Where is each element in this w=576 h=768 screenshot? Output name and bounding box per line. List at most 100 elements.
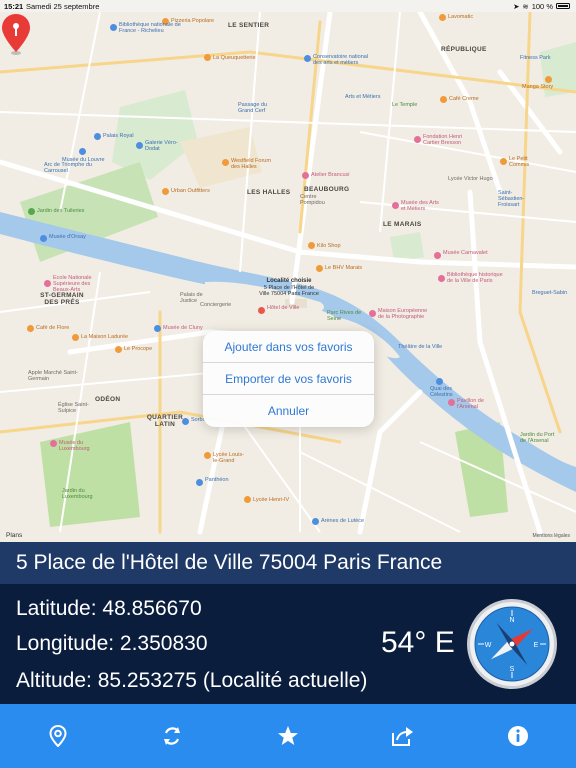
- location-pin-icon[interactable]: [46, 724, 70, 748]
- battery-percent: 100 %: [531, 1, 553, 11]
- info-icon[interactable]: [506, 724, 530, 748]
- map-label-place: Église Saint-Sulpice: [58, 402, 89, 415]
- pin-title: Localité choisie: [266, 278, 312, 284]
- heading-value: 54° E: [381, 626, 455, 659]
- share-icon[interactable]: [390, 724, 414, 748]
- map-label-place: Jardin des Tuileries: [37, 208, 85, 214]
- poi-marker[interactable]: [438, 275, 445, 282]
- svg-text:W: W: [485, 642, 492, 649]
- poi-marker[interactable]: [28, 208, 35, 215]
- poi-marker[interactable]: [304, 55, 311, 62]
- poi-marker[interactable]: [436, 378, 443, 385]
- poi-marker[interactable]: [40, 235, 47, 242]
- poi-marker[interactable]: [27, 325, 34, 332]
- poi-marker[interactable]: [308, 242, 315, 249]
- selected-location-pin-icon[interactable]: [0, 12, 32, 56]
- map-label-area: LES HALLES: [247, 189, 291, 196]
- poi-marker[interactable]: [204, 452, 211, 459]
- poi-marker[interactable]: [154, 325, 161, 332]
- poi-marker[interactable]: [244, 496, 251, 503]
- pin-subtitle: 5 Place de l'Hôtel de Ville 75004 Paris …: [259, 284, 319, 298]
- poi-marker[interactable]: [162, 188, 169, 195]
- poi-marker[interactable]: [545, 76, 552, 83]
- battery-icon: [556, 2, 570, 10]
- map-label-place: Musée d'Orsay: [49, 234, 86, 240]
- poi-marker[interactable]: [316, 265, 323, 272]
- map-label-place: Apple Marché Saint-Germain: [28, 370, 78, 383]
- map-label-area: RÉPUBLIQUE: [441, 46, 487, 53]
- map-label-area: LE MARAIS: [383, 221, 422, 228]
- map-label-place: Le Procope: [124, 346, 153, 352]
- map-view[interactable]: LE SENTIER RÉPUBLIQUE LES HALLES BEAUBOU…: [0, 12, 576, 542]
- map-label-place: Fondation Henri Cartier Bresson: [423, 134, 463, 147]
- map-label-place: Le Temple: [392, 102, 418, 108]
- map-label-place: Westfield Forum des Halles: [231, 158, 271, 171]
- map-label-place: Passage du Grand Cerf: [238, 102, 268, 115]
- legal-link[interactable]: Mentions légales: [532, 533, 570, 539]
- poi-marker[interactable]: [500, 158, 507, 165]
- poi-marker[interactable]: [182, 418, 189, 425]
- poi-marker[interactable]: [44, 280, 51, 287]
- map-label-place: Conservatoire national des arts et métie…: [313, 54, 369, 67]
- map-label-place: Quai des Célestins: [430, 386, 453, 399]
- star-icon[interactable]: [276, 724, 300, 748]
- map-label-place: Palais de Justice: [180, 292, 203, 305]
- map-label-place: Atelier Brancusi: [311, 172, 350, 178]
- status-bar: 15:21 Samedi 25 septembre ➤ ≋ 100 %: [0, 0, 576, 12]
- poi-marker[interactable]: [204, 54, 211, 61]
- map-label-place: Fitness Park: [520, 55, 551, 61]
- refresh-icon[interactable]: [160, 724, 184, 748]
- poi-marker[interactable]: [440, 96, 447, 103]
- map-label-area: BEAUBOURG: [304, 186, 350, 193]
- status-date: Samedi 25 septembre: [26, 1, 100, 11]
- map-label-place: Hôtel de Ville: [267, 305, 300, 311]
- map-label-place: La Maison Ladurée: [81, 334, 129, 340]
- map-label-place: Musée des Arts et Métiers: [401, 200, 439, 213]
- map-label-place: Ecole Nationale Supérieure des Beaux-Art…: [53, 275, 92, 294]
- poi-marker[interactable]: [50, 440, 57, 447]
- map-label-place: Jardin du Luxembourg: [62, 488, 93, 501]
- poi-marker[interactable]: [110, 24, 117, 31]
- wifi-icon: ≋: [522, 1, 529, 11]
- map-label-place: Breguet-Sabin: [532, 290, 568, 296]
- map-label-place: Théâtre de la Ville: [398, 344, 443, 350]
- poi-marker[interactable]: [434, 252, 441, 259]
- poi-marker[interactable]: [115, 346, 122, 353]
- add-to-favorites-button[interactable]: Ajouter dans vos favoris: [203, 331, 374, 363]
- poi-marker[interactable]: [369, 310, 376, 317]
- map-label-place: Palais Royal: [103, 133, 134, 139]
- poi-marker[interactable]: [414, 136, 421, 143]
- map-label-place: Bibliothèque nationale de France - Riche…: [119, 22, 181, 35]
- poi-marker[interactable]: [448, 399, 455, 406]
- poi-marker[interactable]: [302, 172, 309, 179]
- export-favorites-button[interactable]: Emporter de vos favoris: [203, 363, 374, 395]
- svg-text:S: S: [510, 666, 515, 673]
- address-bar: 5 Place de l'Hôtel de Ville 75004 Paris …: [0, 542, 576, 584]
- poi-marker[interactable]: [136, 142, 143, 149]
- poi-marker[interactable]: [392, 202, 399, 209]
- maps-logo-text: Plans: [6, 532, 23, 539]
- address-text: 5 Place de l'Hôtel de Ville 75004 Paris …: [16, 551, 443, 574]
- map-label-place: La Queuquetterie: [213, 55, 256, 61]
- poi-marker[interactable]: [196, 479, 203, 486]
- poi-marker[interactable]: [72, 334, 79, 341]
- poi-marker[interactable]: [94, 133, 101, 140]
- poi-marker[interactable]: [222, 159, 229, 166]
- map-label-place: Lycée Henri-IV: [253, 497, 290, 503]
- map-label-place: Jardin du Port de l'Arsenal: [520, 432, 555, 445]
- status-time: 15:21: [4, 1, 24, 11]
- map-label-place: Musée du Luxembourg: [59, 440, 90, 453]
- map-label-place: Arts et Métiers: [345, 94, 381, 100]
- map-label-place: Arènes de Lutèce: [321, 518, 365, 524]
- status-right: ➤ ≋ 100 %: [513, 2, 570, 11]
- map-label-place: Arc de Triomphe du Carrousel: [44, 162, 92, 175]
- svg-text:E: E: [534, 642, 539, 649]
- poi-marker[interactable]: [258, 307, 265, 314]
- poi-marker[interactable]: [79, 148, 86, 155]
- map-label-place: Manga Story: [522, 84, 554, 90]
- map-label-place: Parc Rives de Seine: [327, 310, 362, 323]
- cancel-button[interactable]: Annuler: [203, 395, 374, 427]
- map-label-place: Lycée Louis-le-Grand: [213, 452, 244, 465]
- poi-marker[interactable]: [439, 14, 446, 21]
- poi-marker[interactable]: [312, 518, 319, 525]
